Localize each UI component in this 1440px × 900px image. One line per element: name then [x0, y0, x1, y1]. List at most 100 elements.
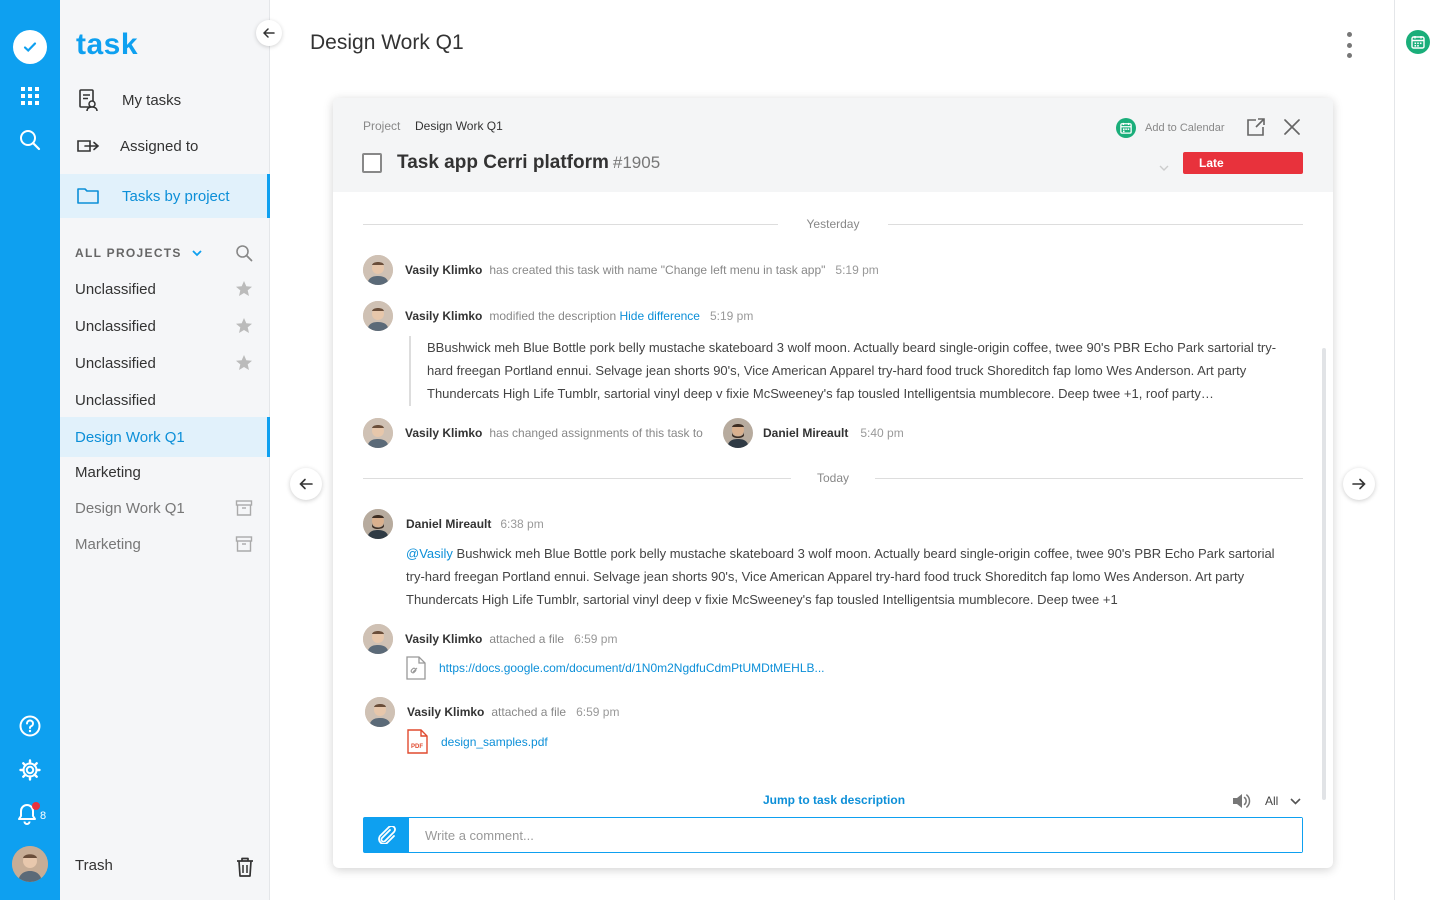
timestamp: 5:40 pm: [860, 426, 904, 440]
project-label: Unclassified: [75, 354, 156, 372]
attach-file-button[interactable]: [364, 818, 409, 852]
nav-my-tasks[interactable]: My tasks: [60, 78, 270, 122]
my-tasks-icon: [79, 89, 98, 112]
mention-link[interactable]: @Vasily: [406, 546, 453, 561]
arrow-left-icon: [263, 28, 275, 38]
project-label: Design Work Q1: [75, 499, 185, 517]
day-divider-label: Yesterday: [806, 217, 860, 231]
project-item-archived[interactable]: Design Work Q1: [60, 490, 270, 526]
activity-text: attached a file: [489, 632, 565, 646]
project-search-icon[interactable]: [235, 244, 253, 267]
activity-scrollbar[interactable]: [1322, 348, 1326, 800]
attachment-url[interactable]: https://docs.google.com/document/d/1N0m2…: [439, 661, 825, 675]
nav-assigned-to[interactable]: Assigned to: [60, 124, 270, 168]
calendar-icon[interactable]: [1406, 30, 1430, 54]
description-diff: BBushwick meh Blue Bottle pork belly mus…: [409, 336, 1299, 406]
collapse-sidebar-button[interactable]: [256, 20, 282, 46]
add-to-calendar-button[interactable]: Add to Calendar: [1116, 118, 1225, 138]
avatar: [363, 301, 393, 331]
right-panel-strip: [1394, 0, 1440, 900]
activity-text: has changed assignments of this task to: [489, 426, 703, 440]
app-rail: 8: [0, 0, 60, 900]
hide-difference-link[interactable]: Hide difference: [619, 309, 700, 323]
attachment-pdf-item[interactable]: PDF design_samples.pdf: [407, 729, 548, 754]
all-projects-label: ALL PROJECTS: [75, 246, 182, 260]
nav-my-tasks-label: My tasks: [122, 91, 182, 109]
avatar: [363, 255, 393, 285]
notification-dot: [32, 802, 40, 810]
status-badge[interactable]: Late: [1183, 152, 1303, 174]
activity-filter-dropdown[interactable]: All: [1265, 794, 1301, 808]
home-check-button[interactable]: [0, 30, 60, 64]
avatar: [363, 509, 393, 539]
project-label: Design Work Q1: [75, 428, 185, 446]
sound-toggle-icon[interactable]: [1231, 792, 1251, 815]
chevron-down-icon: [192, 250, 203, 257]
search-icon[interactable]: [0, 128, 60, 152]
star-icon[interactable]: [235, 280, 253, 298]
task-title[interactable]: Task app Cerri platform #1905: [397, 152, 660, 174]
user-avatar[interactable]: [12, 846, 48, 882]
pdf-file-icon: PDF: [407, 729, 428, 754]
attachment-link-item[interactable]: https://docs.google.com/document/d/1N0m2…: [405, 656, 825, 680]
archive-icon[interactable]: [235, 499, 253, 517]
timestamp: 5:19 pm: [835, 263, 879, 277]
project-item-archived[interactable]: Marketing: [60, 526, 270, 562]
user-name[interactable]: Vasily Klimko: [405, 263, 482, 277]
sidebar: task My tasks Assigned to Tasks by proje…: [60, 0, 282, 900]
avatar: [363, 418, 393, 448]
user-name[interactable]: Vasily Klimko: [405, 632, 482, 646]
open-external-icon[interactable]: [1246, 117, 1266, 142]
comment-input[interactable]: [409, 818, 1302, 852]
archive-icon[interactable]: [235, 535, 253, 553]
previous-task-button[interactable]: [290, 468, 322, 500]
trash-link[interactable]: Trash: [75, 857, 113, 874]
project-item[interactable]: Unclassified: [60, 271, 270, 307]
assignee-avatar: [723, 418, 753, 448]
user-name[interactable]: Vasily Klimko: [405, 309, 482, 323]
all-projects-toggle[interactable]: ALL PROJECTS: [75, 246, 203, 260]
next-task-button[interactable]: [1343, 468, 1375, 500]
jump-to-description-link[interactable]: Jump to task description: [763, 793, 905, 807]
project-item[interactable]: Unclassified: [60, 308, 270, 344]
status-chevron-icon[interactable]: [1159, 158, 1169, 176]
star-icon[interactable]: [235, 354, 253, 372]
day-divider: Yesterday: [363, 217, 1303, 231]
activity-text: has created this task with name "Change …: [489, 263, 826, 277]
settings-gear-icon[interactable]: [0, 758, 60, 782]
project-crumb-value[interactable]: Design Work Q1: [415, 119, 503, 133]
apps-grid-icon[interactable]: [0, 85, 60, 107]
project-item-active[interactable]: Design Work Q1: [60, 417, 270, 457]
task-complete-checkbox[interactable]: [362, 153, 382, 173]
project-item[interactable]: Unclassified: [60, 345, 270, 381]
task-number: #1905: [612, 153, 661, 172]
trash-icon[interactable]: [235, 856, 255, 883]
project-item[interactable]: Unclassified: [60, 382, 270, 418]
project-item[interactable]: Marketing: [60, 454, 270, 490]
user-name[interactable]: Daniel Mireault: [406, 517, 491, 531]
notifications-bell-icon[interactable]: [0, 802, 57, 826]
close-icon[interactable]: [1283, 118, 1301, 141]
project-label: Unclassified: [75, 391, 156, 409]
assignee-name[interactable]: Daniel Mireault: [763, 426, 848, 440]
user-name[interactable]: Vasily Klimko: [405, 426, 482, 440]
nav-tasks-by-project[interactable]: Tasks by project: [60, 174, 270, 218]
user-name[interactable]: Vasily Klimko: [407, 705, 484, 719]
activity-text: attached a file: [491, 705, 567, 719]
project-label: Unclassified: [75, 280, 156, 298]
project-label: Unclassified: [75, 317, 156, 335]
attachment-filename[interactable]: design_samples.pdf: [441, 735, 548, 749]
star-icon[interactable]: [235, 317, 253, 335]
task-title-text: Task app Cerri platform: [397, 152, 609, 173]
project-label: Marketing: [75, 535, 141, 553]
task-header: Project Design Work Q1 Add to Calendar T…: [333, 98, 1333, 192]
paperclip-icon: [377, 826, 396, 844]
document-link-icon: [406, 656, 426, 680]
folder-icon: [77, 188, 99, 204]
project-crumb-label: Project: [363, 119, 401, 133]
assigned-to-icon: [77, 140, 100, 152]
help-icon[interactable]: [0, 714, 60, 738]
comment-composer: [363, 817, 1303, 853]
more-options-icon[interactable]: [1343, 32, 1355, 58]
checkmark-icon: [23, 42, 37, 53]
